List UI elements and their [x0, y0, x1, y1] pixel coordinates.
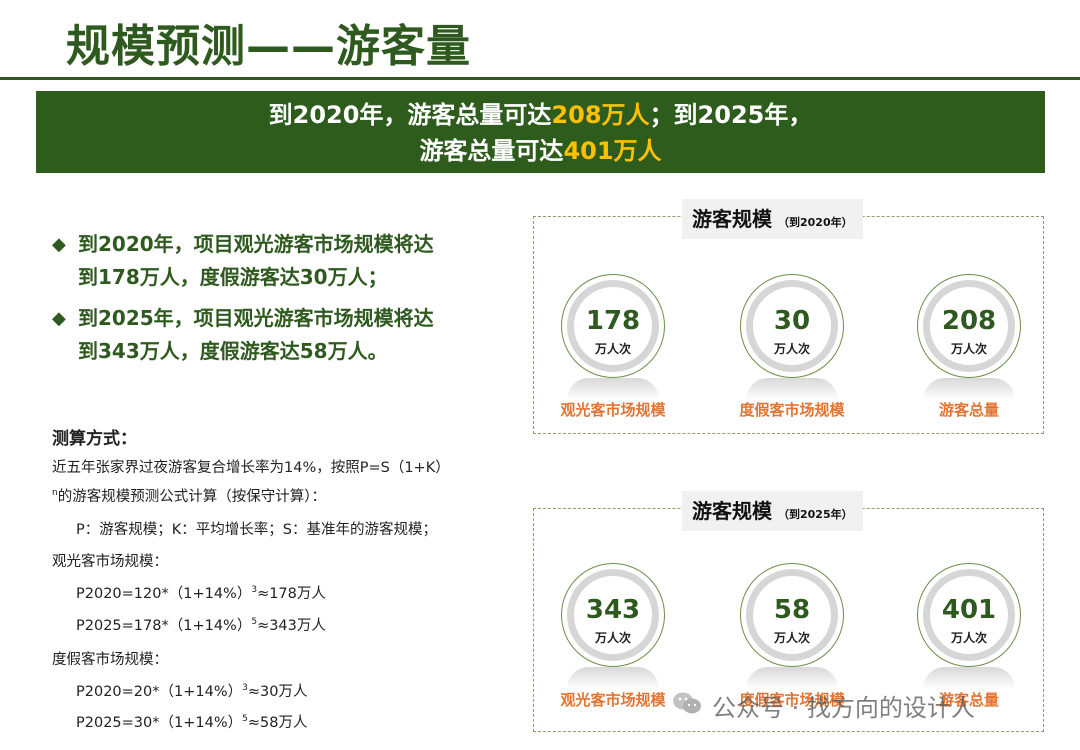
bullet-2020: ◆ 到2020年，项目观光游客市场规模将达 到178万人，度假游客达30万人； — [52, 228, 512, 294]
page-title: 规模预测——游客量 — [66, 21, 471, 72]
circle-shadow — [923, 667, 1015, 689]
panel-2020-title: 游客规模 （到2020年） — [682, 199, 863, 239]
diamond-bullet-icon: ◆ — [52, 234, 66, 255]
diamond-bullet-icon: ◆ — [52, 308, 66, 329]
title-divider — [0, 77, 1080, 80]
circle-shadow — [567, 667, 659, 689]
banner-line-1: 到2020年，游客总量可达208万人；到2025年， — [268, 101, 813, 129]
stat-circle-2020-total: 208 万人次 — [917, 274, 1021, 378]
banner-highlight-2020: 208万人 — [551, 101, 650, 129]
banner-line-2: 游客总量可达401万人 — [419, 137, 662, 165]
banner-highlight-2025: 401万人 — [563, 137, 662, 165]
stat-label-2020-resort: 度假客市场规模 — [739, 401, 845, 419]
stat-circle-2025-resort: 58 万人次 — [740, 563, 844, 667]
wechat-icon — [673, 692, 701, 714]
key-points: ◆ 到2020年，项目观光游客市场规模将达 到178万人，度假游客达30万人； … — [52, 228, 512, 376]
method-intro-1: 近五年张家界过夜游客复合增长率为14%，按照P=S（1+K） — [52, 460, 450, 476]
method-intro-2: n的游客规模预测公式计算（按保守计算）： — [52, 488, 326, 505]
stat-label-2020-total: 游客总量 — [938, 401, 999, 419]
stat-circle-2020-resort: 30 万人次 — [740, 274, 844, 378]
circle-shadow — [746, 667, 838, 689]
method-title: 测算方式： — [52, 429, 137, 449]
panel-2025-title: 游客规模 （到2025年） — [682, 491, 863, 531]
circle-shadow — [923, 378, 1015, 400]
stat-circle-2025-total: 401 万人次 — [917, 563, 1021, 667]
circle-shadow — [567, 378, 659, 400]
sightseeing-2020-formula: P2020=120*（1+14%）3≈178万人 — [76, 585, 326, 602]
resort-heading: 度假客市场规模： — [52, 652, 168, 668]
resort-2025-formula: P2025=30*（1+14%）5≈58万人 — [76, 714, 308, 731]
resort-2020-formula: P2020=20*（1+14%）3≈30万人 — [76, 683, 308, 700]
watermark-text: 公众号 · 找方向的设计人 — [712, 694, 975, 722]
sightseeing-2025-formula: P2025=178*（1+14%）5≈343万人 — [76, 617, 326, 634]
stat-circle-2020-sightseeing: 178 万人次 — [561, 274, 665, 378]
method-legend: P：游客规模；K：平均增长率；S：基准年的游客规模； — [76, 522, 437, 538]
bullet-2025: ◆ 到2025年，项目观光游客市场规模将达 到343万人，度假游客达58万人。 — [52, 302, 512, 368]
stat-label-2020-sightseeing: 观光客市场规模 — [560, 401, 666, 419]
summary-banner: 到2020年，游客总量可达208万人；到2025年， 游客总量可达401万人 — [36, 91, 1045, 173]
stat-circle-2025-sightseeing: 343 万人次 — [561, 563, 665, 667]
circle-shadow — [746, 378, 838, 400]
sightseeing-heading: 观光客市场规模： — [52, 554, 168, 570]
